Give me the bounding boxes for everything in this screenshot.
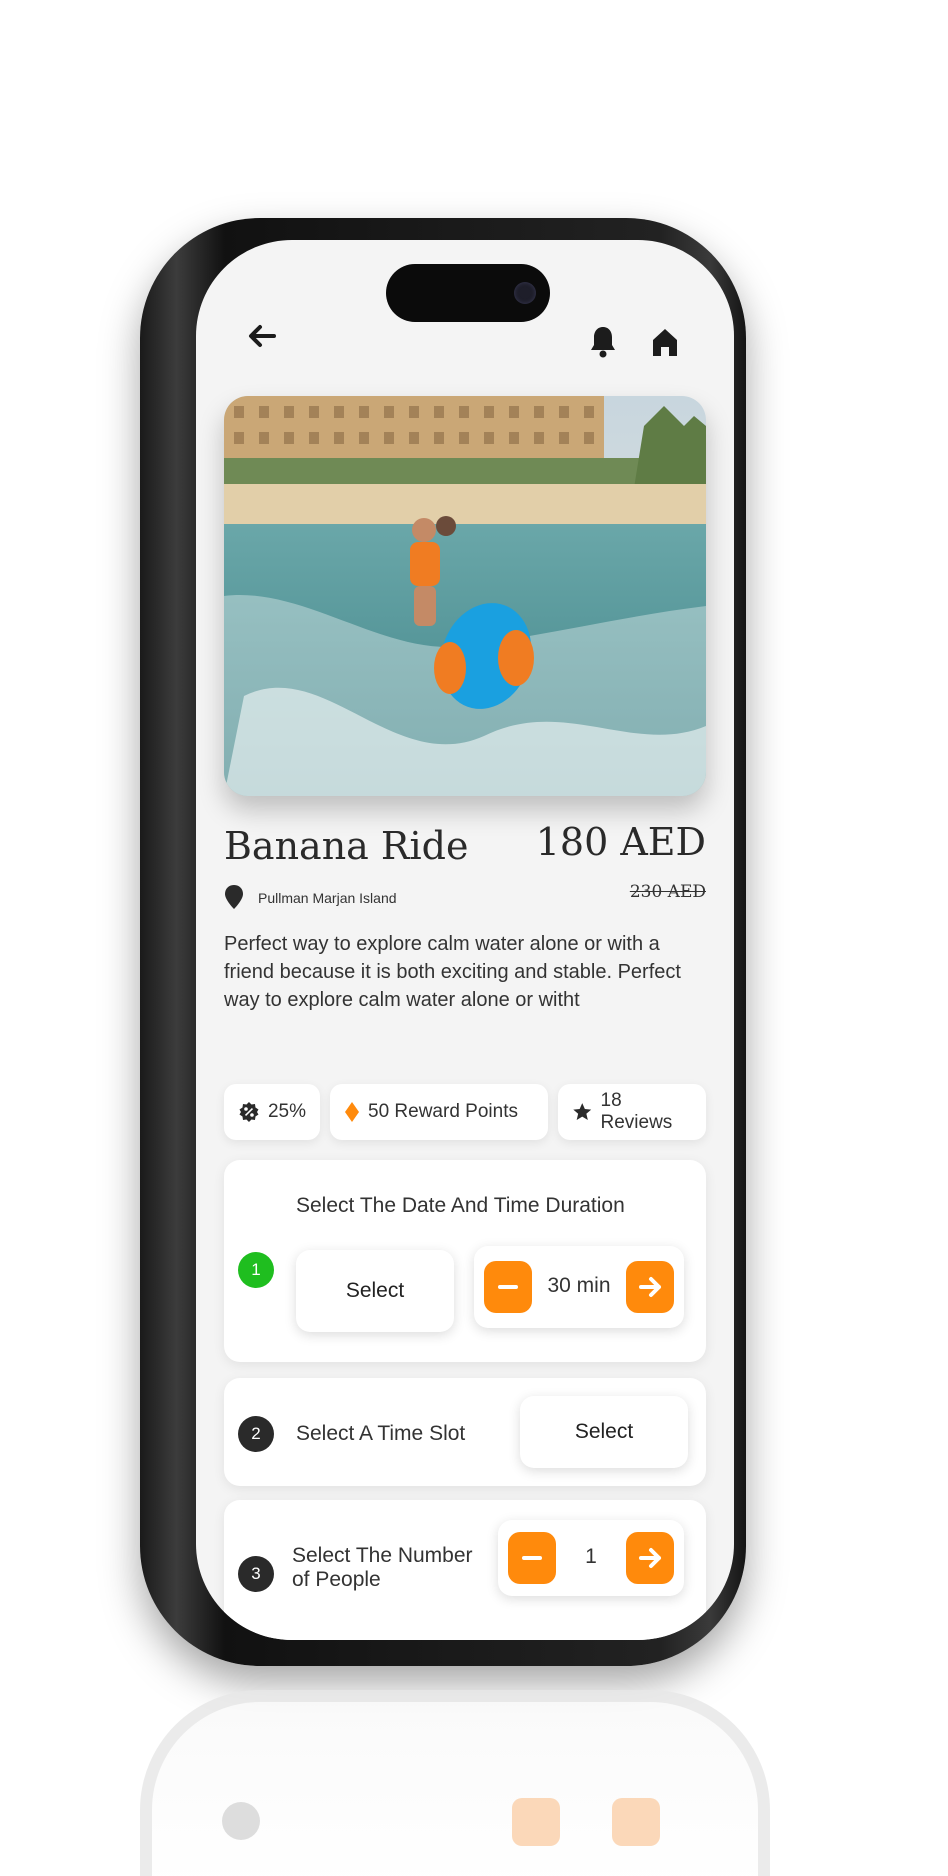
dynamic-island — [386, 264, 550, 322]
product-description: Perfect way to explore calm water alone … — [224, 933, 681, 1011]
reward-points-chip[interactable]: 50 Reward Points — [330, 1084, 548, 1140]
diamond-icon — [345, 1102, 359, 1122]
duration-stepper[interactable]: 30 min — [474, 1246, 684, 1328]
discount-badge-icon — [239, 1102, 259, 1122]
step-number-badge: 2 — [238, 1416, 274, 1452]
home-icon[interactable] — [650, 326, 680, 358]
product-old-price: 230 AED — [629, 882, 706, 902]
discount-chip[interactable]: 25% — [224, 1084, 320, 1140]
hero-image — [224, 396, 706, 796]
time-slot-select-button[interactable]: Select — [520, 1396, 688, 1468]
arrow-right-icon — [639, 1277, 661, 1297]
stage: Banana Ride 180 AED 230 AED Pullman Marj… — [0, 0, 948, 1876]
reviews-chip[interactable]: 18 Reviews — [558, 1084, 706, 1140]
discount-chip-label: 25% — [267, 1101, 306, 1122]
phone-screen: Banana Ride 180 AED 230 AED Pullman Marj… — [196, 240, 734, 1640]
people-stepper[interactable]: 1 — [498, 1520, 684, 1596]
step-number-badge: 3 — [238, 1556, 274, 1592]
product-price: 180 AED — [535, 820, 706, 864]
product-location: Pullman Marjan Island — [258, 890, 397, 906]
step-number-badge: 1 — [238, 1252, 274, 1288]
reflection-plus-button — [612, 1798, 660, 1846]
step-label: Select The Number of People — [292, 1544, 473, 1591]
step-card-time-slot: 2 Select A Time Slot Select — [224, 1378, 706, 1486]
step-card-date-duration: 1 Select The Date And Time Duration Sele… — [224, 1160, 706, 1362]
phone-reflection — [140, 1690, 770, 1876]
reviews-chip-label: 18 Reviews — [600, 1090, 673, 1133]
reflection-minus-button — [512, 1798, 560, 1846]
front-camera — [514, 282, 536, 304]
step-label: Select The Date And Time Duration — [296, 1194, 625, 1217]
duration-increase-button[interactable] — [626, 1261, 674, 1313]
arrow-left-icon[interactable] — [242, 316, 282, 356]
reflection-step-badge — [222, 1802, 260, 1840]
location-pin-icon — [225, 885, 243, 909]
date-select-button[interactable]: Select — [296, 1250, 454, 1332]
people-increase-button[interactable] — [626, 1532, 674, 1584]
reflection-row — [212, 1792, 698, 1852]
star-icon — [573, 1103, 592, 1121]
arrow-right-icon — [639, 1548, 661, 1568]
bell-icon[interactable] — [588, 324, 618, 358]
product-title: Banana Ride — [224, 824, 469, 868]
step-label: Select A Time Slot — [296, 1422, 466, 1445]
step-card-people: 3 Select The Number of People 1 — [224, 1500, 706, 1640]
reward-points-chip-label: 50 Reward Points — [368, 1101, 518, 1122]
